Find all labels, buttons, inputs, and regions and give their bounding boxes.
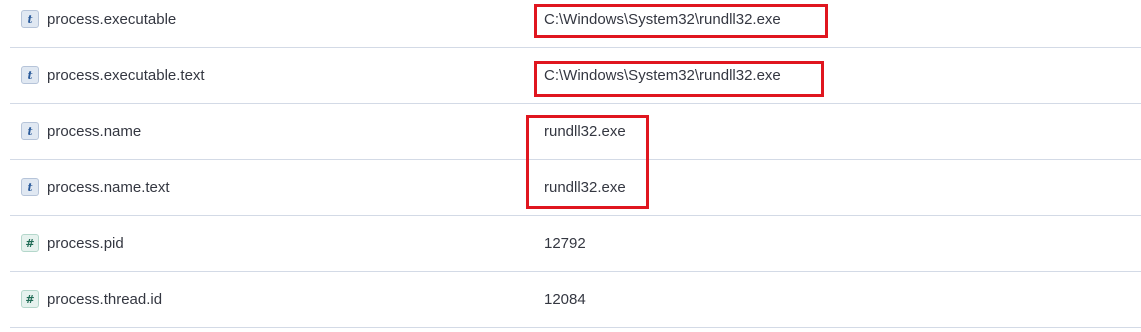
field-name: process.name: [47, 123, 142, 140]
field-name: process.executable: [47, 11, 177, 28]
string-type-icon: t: [21, 10, 39, 28]
field-value: rundll32.exe: [544, 123, 626, 140]
field-value: C:\Windows\System32\rundll32.exe: [544, 67, 781, 84]
string-type-icon: t: [21, 122, 39, 140]
table-row: # process.thread.id 12084: [10, 272, 1141, 328]
string-type-icon: t: [21, 178, 39, 196]
string-type-icon: t: [21, 66, 39, 84]
field-name: process.pid: [47, 235, 124, 252]
table-row: t process.name.text rundll32.exe: [10, 160, 1141, 216]
field-value: 12792: [544, 235, 586, 252]
table-row: t process.executable C:\Windows\System32…: [10, 0, 1141, 48]
number-type-icon: #: [21, 290, 39, 308]
table-row: # process.pid 12792: [10, 216, 1141, 272]
table-row: t process.executable.text C:\Windows\Sys…: [10, 48, 1141, 104]
field-name: process.name.text: [47, 179, 170, 196]
number-type-icon: #: [21, 234, 39, 252]
table-row: t process.name rundll32.exe: [10, 104, 1141, 160]
field-value: rundll32.exe: [544, 179, 626, 196]
field-name: process.executable.text: [47, 67, 205, 84]
field-value: C:\Windows\System32\rundll32.exe: [544, 11, 781, 28]
field-value: 12084: [544, 291, 586, 308]
field-name: process.thread.id: [47, 291, 163, 308]
